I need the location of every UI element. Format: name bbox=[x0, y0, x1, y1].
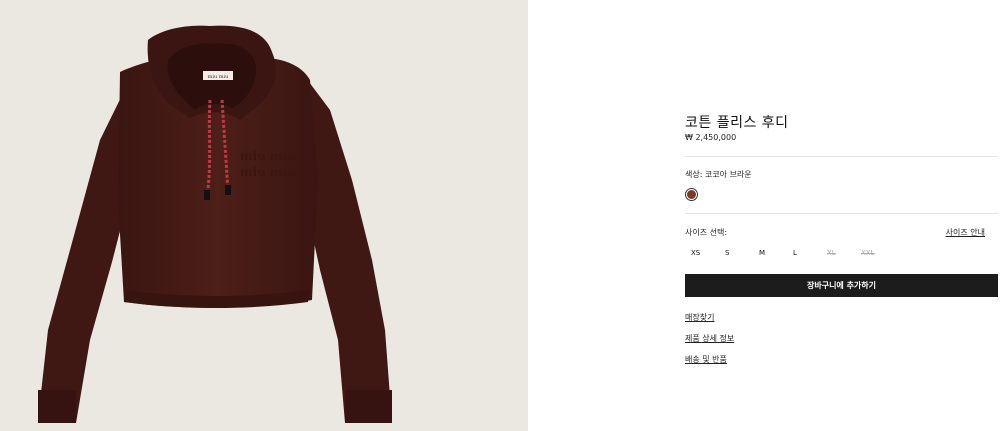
product-image[interactable]: miu miu miu miu miu miu bbox=[0, 0, 528, 431]
size-option-xl: XL bbox=[827, 249, 836, 257]
shipping-returns-link[interactable]: 배송 및 반품 bbox=[685, 354, 727, 365]
store-locator-link[interactable]: 매장찾기 bbox=[685, 312, 714, 323]
product-details-link[interactable]: 제품 상세 정보 bbox=[685, 333, 734, 344]
divider bbox=[685, 213, 998, 214]
product-title: 코튼 플리스 후디 bbox=[685, 115, 789, 131]
product-info-panel: 코튼 플리스 후디 ₩ 2,450,000 색상: 코코아 브라운 사이즈 선택… bbox=[685, 0, 998, 431]
size-option-l[interactable]: L bbox=[787, 249, 821, 257]
product-price: ₩ 2,450,000 bbox=[685, 133, 737, 142]
size-option-xs[interactable]: XS bbox=[685, 249, 719, 257]
color-swatch-cocoa-brown[interactable] bbox=[685, 188, 698, 201]
size-select-label: 사이즈 선택: bbox=[685, 228, 728, 237]
size-options: XS S M L XL XXL bbox=[685, 249, 889, 257]
color-label: 색상: 코코아 브라운 bbox=[685, 170, 752, 179]
size-option-xxl: XXL bbox=[861, 249, 875, 257]
divider bbox=[685, 156, 998, 157]
size-option-m[interactable]: M bbox=[753, 249, 787, 257]
hoodie-illustration: miu miu miu miu miu miu bbox=[38, 25, 392, 423]
size-option-s[interactable]: S bbox=[719, 249, 753, 257]
chest-logo: miu miu bbox=[240, 149, 296, 163]
swatch-fill bbox=[687, 190, 696, 199]
size-guide-link[interactable]: 사이즈 안내 bbox=[946, 227, 985, 238]
add-to-cart-button[interactable]: 장바구니에 추가하기 bbox=[685, 274, 998, 297]
label-tag-text: miu miu bbox=[208, 74, 229, 80]
chest-logo-second: miu miu bbox=[240, 165, 296, 179]
